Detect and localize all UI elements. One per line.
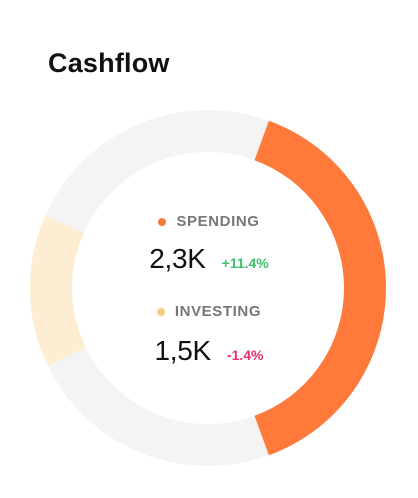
investing-value: 1,5K [154,335,212,366]
spending-legend: SPENDING [0,213,418,230]
investing-label: INVESTING [174,303,262,320]
spending-label: SPENDING [176,213,260,230]
investing-legend: INVESTING [0,303,418,320]
investing-value-row: 1,5K -1.4% [0,335,418,367]
cashflow-card: Cashflow SPENDING 2,3K +11.4% INVESTING … [0,0,418,498]
spending-value: 2,3K [149,243,206,274]
spending-dot [158,217,167,226]
spending-segment [254,120,386,456]
spending-delta: +11.4% [221,255,269,271]
investing-delta: -1.4% [226,347,264,363]
spending-value-row: 2,3K +11.4% [0,243,418,275]
investing-dot [156,307,165,316]
